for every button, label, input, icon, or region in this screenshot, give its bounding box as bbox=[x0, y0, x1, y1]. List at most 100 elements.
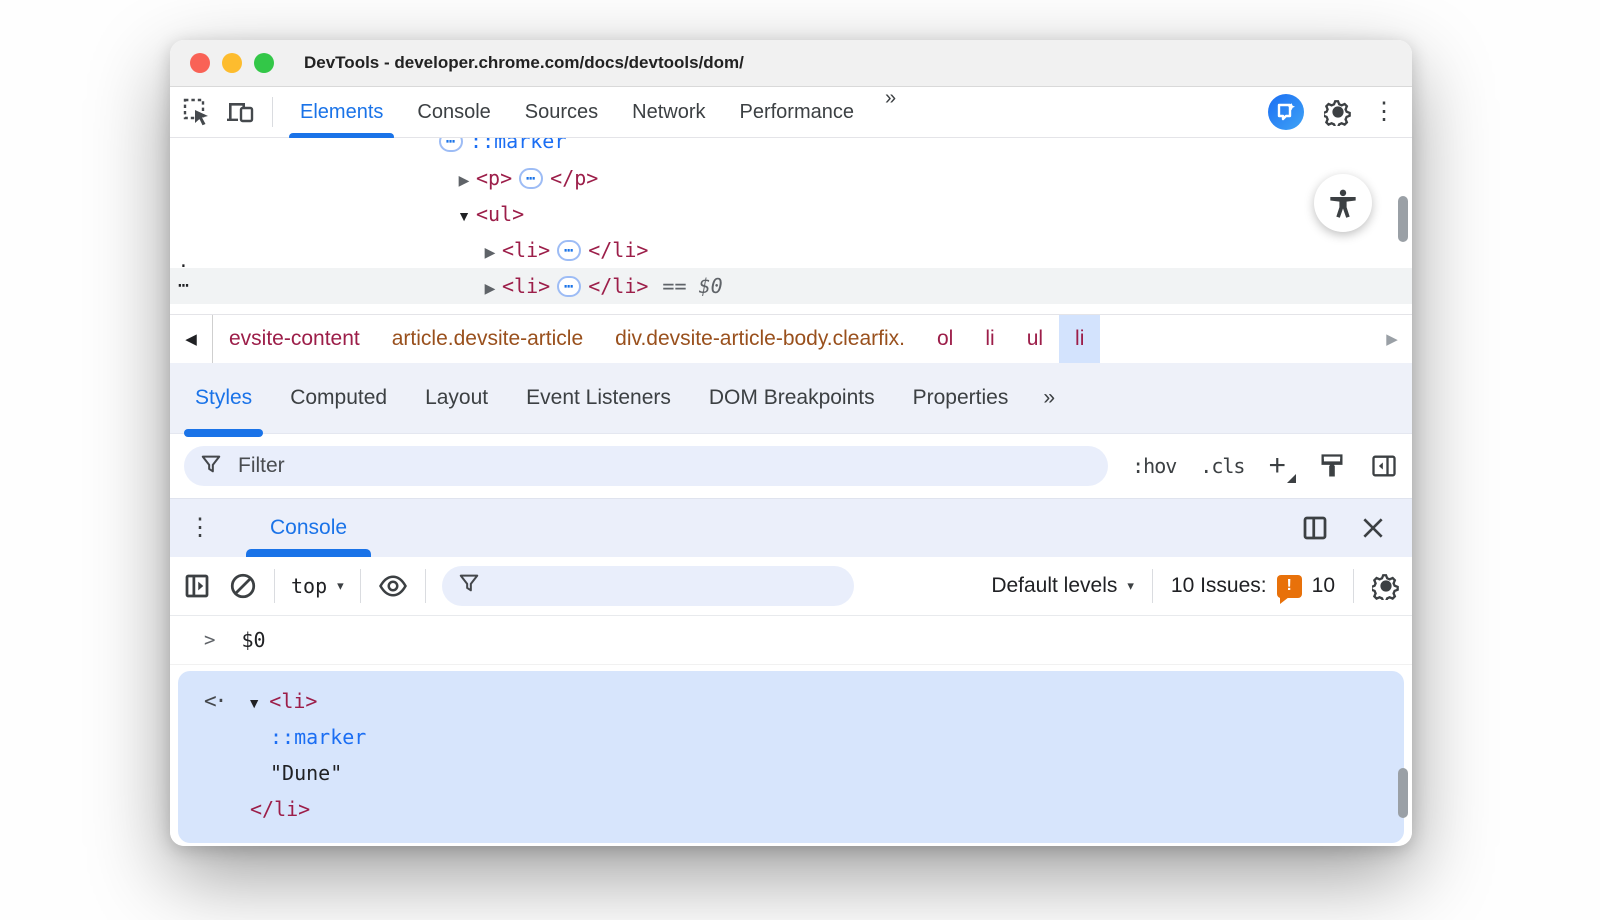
chevron-down-icon: ▾ bbox=[337, 578, 344, 594]
drawer-kebab-menu-icon[interactable]: ⋮ bbox=[188, 516, 212, 540]
tab-styles[interactable]: Styles bbox=[176, 363, 271, 433]
tab-elements[interactable]: Elements bbox=[283, 87, 400, 137]
main-panel-tabs: Elements Console Sources Network Perform… bbox=[283, 87, 908, 137]
toolbar-divider bbox=[425, 569, 426, 603]
tab-elements-label: Elements bbox=[300, 101, 383, 124]
toolbar-divider bbox=[272, 97, 273, 127]
close-window-button[interactable] bbox=[190, 53, 210, 73]
new-style-rule-button[interactable]: + bbox=[1268, 451, 1294, 481]
accessibility-icon[interactable] bbox=[1314, 174, 1372, 232]
dom-breadcrumb-bar: ◀ evsite-content article.devsite-article… bbox=[170, 314, 1412, 363]
twisty-collapsed-icon[interactable]: ▶ bbox=[452, 162, 476, 198]
ai-assistant-icon[interactable] bbox=[1268, 94, 1304, 130]
p-close-tag: </p> bbox=[550, 166, 598, 190]
crumb-li-selected[interactable]: li bbox=[1059, 315, 1100, 363]
tree-row-li-1[interactable]: . ▶<li>⋯</li> bbox=[170, 232, 1412, 268]
expand-children-icon[interactable]: ⋯ bbox=[519, 168, 543, 189]
result-row-li-open[interactable]: <·▼<li> bbox=[178, 683, 1404, 719]
tab-sources-label: Sources bbox=[525, 101, 598, 124]
breadcrumb-forward-button[interactable]: ▶ bbox=[1372, 315, 1412, 363]
tree-row-ul[interactable]: ▼<ul> bbox=[170, 196, 1412, 232]
crumb-ol[interactable]: ol bbox=[921, 315, 969, 363]
close-drawer-icon[interactable] bbox=[1360, 515, 1386, 541]
active-tab-indicator bbox=[184, 429, 263, 437]
console-settings-gear-icon[interactable] bbox=[1372, 572, 1400, 600]
tab-performance[interactable]: Performance bbox=[723, 87, 872, 137]
breadcrumb-back-button[interactable]: ◀ bbox=[170, 315, 213, 363]
crumb-devsite-content[interactable]: evsite-content bbox=[213, 315, 376, 363]
console-result-block[interactable]: <·▼<li> ::marker "Dune" </li> bbox=[178, 671, 1404, 843]
expand-children-icon[interactable]: ⋯ bbox=[557, 276, 581, 297]
console-scrollbar[interactable] bbox=[1398, 768, 1408, 818]
drawer-header-controls bbox=[1300, 513, 1386, 543]
result-row-li-close[interactable]: </li> bbox=[178, 791, 1404, 827]
tab-layout[interactable]: Layout bbox=[406, 363, 507, 433]
crumb-article[interactable]: article.devsite-article bbox=[376, 315, 599, 363]
li-close-tag: </li> bbox=[588, 274, 648, 298]
tree-row-li-selected[interactable]: ⋯ ▶<li>⋯</li>== $0 bbox=[170, 268, 1412, 304]
settings-gear-icon[interactable] bbox=[1324, 98, 1352, 126]
tab-dom-breakpoints[interactable]: DOM Breakpoints bbox=[690, 363, 894, 433]
expand-children-icon[interactable]: ⋯ bbox=[557, 240, 581, 261]
p-open-tag: <p> bbox=[476, 166, 512, 190]
log-levels-dropdown[interactable]: Default levels ▾ bbox=[991, 574, 1134, 598]
drawer-tab-console-label: Console bbox=[270, 516, 347, 540]
dollar-zero: $0 bbox=[699, 274, 723, 298]
tab-computed[interactable]: Computed bbox=[271, 363, 406, 433]
issues-label: 10 Issues: bbox=[1171, 574, 1267, 598]
device-toolbar-icon[interactable] bbox=[224, 95, 258, 129]
more-tabs-icon[interactable]: » bbox=[871, 87, 908, 137]
li-open-tag: <li> bbox=[502, 238, 550, 262]
twisty-expanded-icon[interactable]: ▼ bbox=[452, 198, 476, 234]
toggle-element-state-button[interactable]: :hov bbox=[1132, 454, 1176, 478]
console-filter-input[interactable] bbox=[492, 578, 838, 595]
devtools-toolbar: Elements Console Sources Network Perform… bbox=[170, 87, 1412, 138]
result-row-text[interactable]: "Dune" bbox=[178, 755, 1404, 791]
minimize-window-button[interactable] bbox=[222, 53, 242, 73]
inspect-element-icon[interactable] bbox=[180, 95, 214, 129]
crumb-ul[interactable]: ul bbox=[1011, 315, 1059, 363]
tab-sources[interactable]: Sources bbox=[508, 87, 615, 137]
styles-filter-row: :hov .cls + bbox=[170, 434, 1412, 498]
tab-console[interactable]: Console bbox=[400, 87, 507, 137]
live-expression-eye-icon[interactable] bbox=[377, 571, 409, 601]
li-close-tag: </li> bbox=[588, 238, 648, 262]
toggle-sidebar-icon[interactable] bbox=[1370, 452, 1398, 480]
styles-filter-field[interactable] bbox=[184, 446, 1108, 486]
styles-filter-input[interactable] bbox=[236, 453, 1092, 479]
console-sidebar-icon[interactable] bbox=[182, 571, 212, 601]
elements-dom-tree: ⋯::marker ▶<p>⋯</p> ▼<ul> . ▶<li>⋯</li> … bbox=[170, 138, 1412, 314]
tab-network[interactable]: Network bbox=[615, 87, 722, 137]
log-levels-label: Default levels bbox=[991, 574, 1117, 598]
tree-row-marker-clipped[interactable]: ⋯::marker bbox=[170, 138, 1412, 160]
clear-console-icon[interactable] bbox=[228, 571, 258, 601]
tree-row-p[interactable]: ▶<p> ⋯ </p> bbox=[170, 160, 1412, 196]
twisty-collapsed-icon[interactable]: ▶ bbox=[478, 270, 502, 306]
elements-scrollbar[interactable] bbox=[1398, 196, 1408, 242]
ul-open-tag: <ul> bbox=[476, 202, 524, 226]
toolbar-divider bbox=[360, 569, 361, 603]
twisty-expanded-icon[interactable]: ▼ bbox=[247, 685, 269, 721]
result-row-marker[interactable]: ::marker bbox=[178, 719, 1404, 755]
console-toolbar-right: Default levels ▾ 10 Issues: ! 10 bbox=[991, 569, 1400, 603]
kebab-menu-icon[interactable]: ⋮ bbox=[1372, 100, 1396, 124]
crumb-div-body[interactable]: div.devsite-article-body.clearfix. bbox=[599, 315, 921, 363]
console-command-row[interactable]: > $0 bbox=[170, 616, 1412, 665]
rendering-brush-icon[interactable] bbox=[1318, 452, 1346, 480]
twisty-collapsed-icon[interactable]: ▶ bbox=[478, 234, 502, 270]
tab-event-listeners[interactable]: Event Listeners bbox=[507, 363, 690, 433]
split-panel-icon[interactable] bbox=[1300, 513, 1330, 543]
console-filter-field[interactable] bbox=[442, 566, 854, 606]
more-tabs-icon[interactable]: » bbox=[1027, 386, 1069, 410]
pseudo-element-marker: ::marker bbox=[470, 138, 566, 153]
crumb-li[interactable]: li bbox=[969, 315, 1010, 363]
zoom-window-button[interactable] bbox=[254, 53, 274, 73]
drawer-tab-console[interactable]: Console bbox=[246, 499, 371, 557]
issues-counter[interactable]: 10 Issues: ! 10 bbox=[1171, 574, 1335, 598]
element-classes-button[interactable]: .cls bbox=[1200, 454, 1244, 478]
tab-performance-label: Performance bbox=[740, 101, 855, 124]
tab-properties[interactable]: Properties bbox=[894, 363, 1028, 433]
expand-children-icon[interactable]: ⋯ bbox=[439, 138, 463, 152]
javascript-context-selector[interactable]: top ▾ bbox=[291, 574, 344, 598]
gutter-ellipsis[interactable]: ⋯ bbox=[178, 268, 189, 304]
